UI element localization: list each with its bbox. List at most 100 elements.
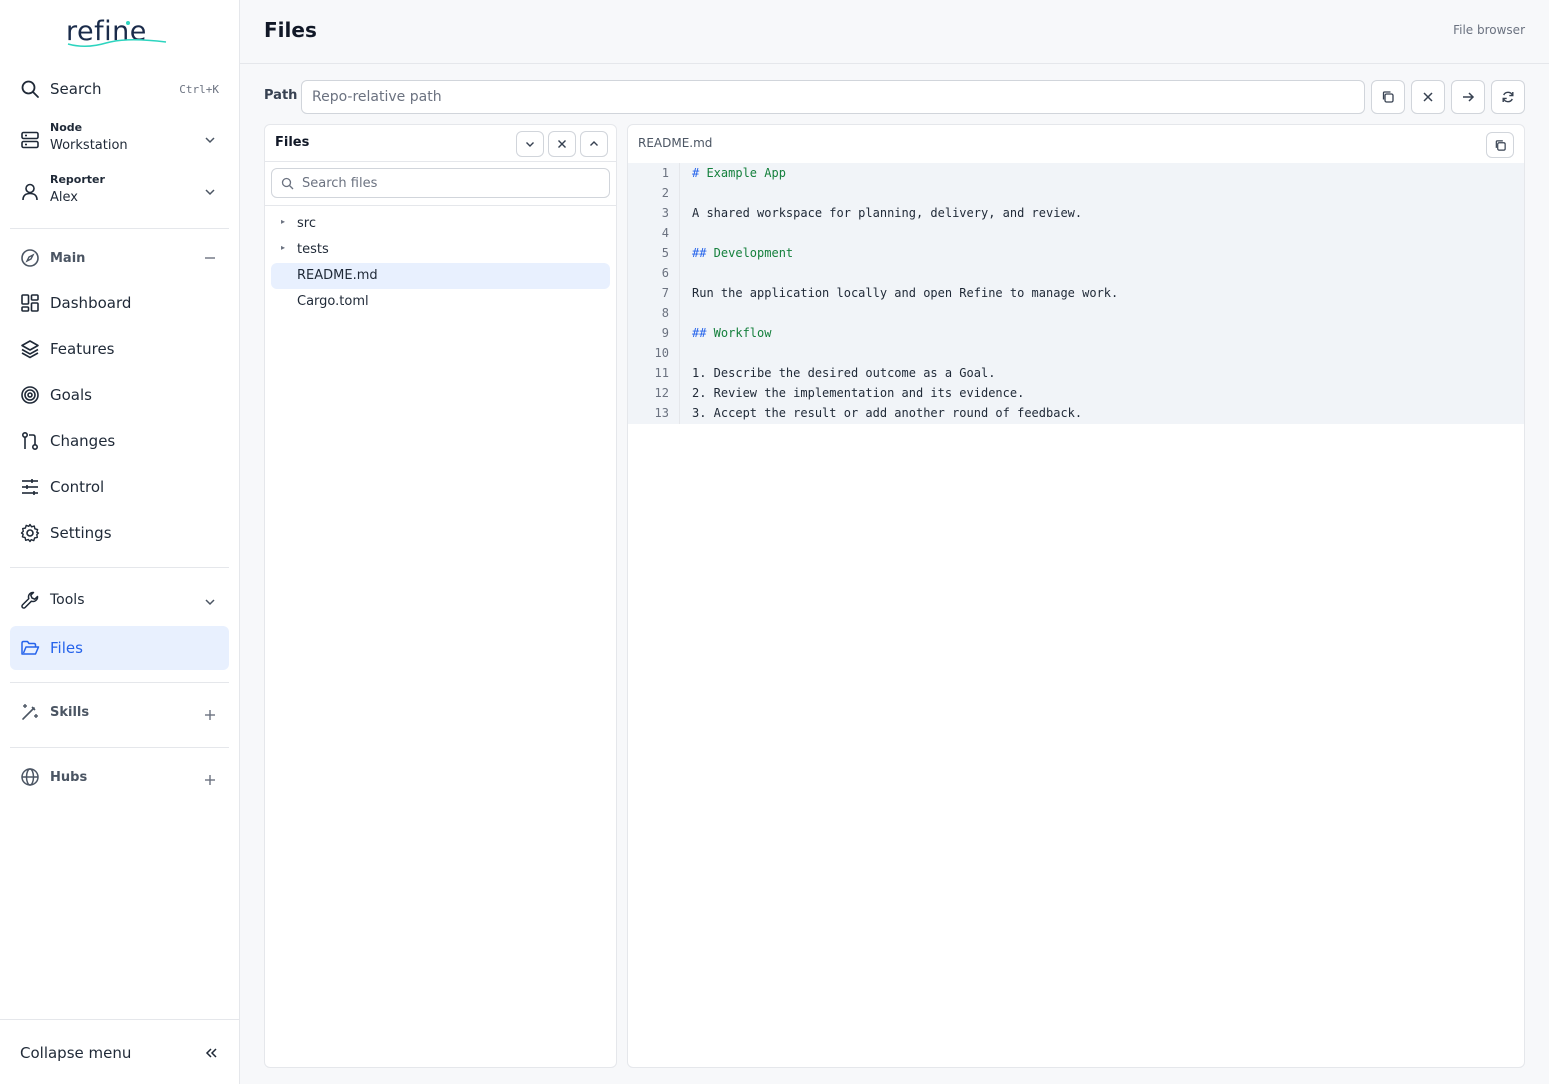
sidebar-item-label: Files xyxy=(50,639,83,657)
path-label: Path xyxy=(264,88,298,103)
wrench-icon xyxy=(21,591,39,609)
line-content: Example App xyxy=(699,166,786,180)
chevron-down-icon xyxy=(205,599,215,606)
sidebar-item-label: Changes xyxy=(50,432,116,450)
skills-section-toggle[interactable]: Skills xyxy=(10,690,229,734)
tree-item-name: src xyxy=(297,216,316,231)
chevrons-left-icon xyxy=(205,1048,217,1058)
line-text: # Example App xyxy=(692,166,786,180)
node-caption: Node xyxy=(50,121,83,134)
code-line: 11 1. Describe the desired outcome as a G… xyxy=(628,363,1524,383)
refresh-button[interactable] xyxy=(1491,80,1525,114)
code-line: 8 xyxy=(628,303,1524,323)
tree-folder-tests[interactable]: ▸ tests xyxy=(271,237,610,263)
line-content: 1. Describe the desired outcome as a Goa… xyxy=(692,366,996,380)
line-text: ## Development xyxy=(692,246,793,260)
tree-folder-src[interactable]: ▸ src xyxy=(271,211,610,237)
line-number: 3 xyxy=(661,206,669,220)
sidebar-item-label: Dashboard xyxy=(50,294,132,312)
server-icon xyxy=(21,131,39,149)
globe-icon xyxy=(21,768,39,786)
line-text: ## Workflow xyxy=(692,326,771,340)
sidebar-item-label: Features xyxy=(50,340,115,358)
page-header: Files File browser xyxy=(240,0,1549,64)
close-icon xyxy=(558,140,566,148)
refine-logo[interactable]: refine xyxy=(66,16,168,52)
sidebar-item-control[interactable]: Control xyxy=(10,465,229,509)
minus-icon xyxy=(205,257,215,259)
tree-item-name: README.md xyxy=(297,268,378,283)
search-button[interactable]: Search Ctrl+K xyxy=(10,67,229,111)
file-viewer-header: README.md xyxy=(628,125,1524,164)
sidebar-item-features[interactable]: Features xyxy=(10,327,229,371)
tree-file-cargo[interactable]: Cargo.toml xyxy=(271,289,610,315)
search-icon xyxy=(21,80,39,98)
sidebar-item-changes[interactable]: Changes xyxy=(10,419,229,463)
open-file-name: README.md xyxy=(638,136,713,150)
line-text: A shared workspace for planning, deliver… xyxy=(692,206,1082,220)
file-search-input[interactable] xyxy=(302,173,602,193)
clear-tree-button[interactable] xyxy=(548,131,576,157)
copy-file-button[interactable] xyxy=(1486,132,1514,158)
tools-label: Tools xyxy=(50,592,85,608)
line-number: 9 xyxy=(661,326,669,340)
line-number: 1 xyxy=(661,166,669,180)
line-content: Workflow xyxy=(706,326,772,340)
line-content: A shared workspace for planning, deliver… xyxy=(692,206,1083,220)
node-selector[interactable]: Node Workstation xyxy=(10,118,229,162)
markdown-hash: ## xyxy=(692,326,707,340)
tree-item-name: tests xyxy=(297,242,329,257)
collapse-menu-button[interactable]: Collapse menu xyxy=(0,1019,239,1084)
go-path-button[interactable] xyxy=(1451,80,1485,114)
code-line: 4 xyxy=(628,223,1524,243)
sidebar-item-settings[interactable]: Settings xyxy=(10,511,229,555)
path-input[interactable] xyxy=(301,80,1365,114)
user-icon xyxy=(22,183,38,201)
sliders-icon xyxy=(22,479,38,495)
code-line: 12 2. Review the implementation and its e… xyxy=(628,383,1524,403)
collapse-menu-label: Collapse menu xyxy=(20,1044,132,1062)
main-section-toggle[interactable]: Main xyxy=(10,236,229,280)
line-number: 11 xyxy=(654,366,669,380)
search-shortcut: Ctrl+K xyxy=(179,82,219,96)
sidebar-item-label: Settings xyxy=(50,524,112,542)
line-content: Run the application locally and open Ref… xyxy=(692,286,1119,300)
hubs-section-toggle[interactable]: Hubs xyxy=(10,755,229,799)
copy-icon xyxy=(1495,139,1506,151)
compass-icon xyxy=(21,249,39,267)
tree-file-readme[interactable]: README.md xyxy=(271,263,610,289)
sidebar-divider xyxy=(10,228,229,229)
search-label: Search xyxy=(50,80,102,98)
reporter-selector[interactable]: Reporter Alex xyxy=(10,170,229,214)
sidebar: refine Search Ctrl+K Node Workstation Re… xyxy=(0,0,240,1084)
caret-right-icon: ▸ xyxy=(281,243,286,252)
sidebar-item-files[interactable]: Files xyxy=(10,626,229,670)
page-title: Files xyxy=(264,18,317,42)
code-line: 2 xyxy=(628,183,1524,203)
code-line: 10 xyxy=(628,343,1524,363)
expand-all-button[interactable] xyxy=(516,131,544,157)
sidebar-item-label: Goals xyxy=(50,386,92,404)
tools-section-toggle[interactable]: Tools xyxy=(10,578,229,622)
close-icon xyxy=(1423,92,1433,102)
line-text: Run the application locally and open Ref… xyxy=(692,286,1118,300)
code-view[interactable]: 1 # Example App 2 3 A shared workspace for p… xyxy=(628,163,1524,424)
file-tree-title: Files xyxy=(275,135,310,150)
line-number: 7 xyxy=(661,286,669,300)
sidebar-item-dashboard[interactable]: Dashboard xyxy=(10,281,229,325)
reporter-value: Alex xyxy=(50,190,78,205)
code-line: 7 Run the application locally and open Re… xyxy=(628,283,1524,303)
clear-path-button[interactable] xyxy=(1411,80,1445,114)
plus-icon xyxy=(205,775,215,785)
magic-wand-icon xyxy=(22,704,38,720)
line-number: 6 xyxy=(661,266,669,280)
code-line: 13 3. Accept the result or add another ro… xyxy=(628,403,1524,423)
sidebar-item-goals[interactable]: Goals xyxy=(10,373,229,417)
code-line: 5 ## Development xyxy=(628,243,1524,263)
main-section-label: Main xyxy=(50,250,86,266)
line-number: 4 xyxy=(661,226,669,240)
file-tree-panel: Files ▸ src ▸ tests README.md Cargo.toml xyxy=(264,124,617,1068)
tree-item-name: Cargo.toml xyxy=(297,294,369,309)
collapse-all-button[interactable] xyxy=(580,131,608,157)
copy-path-button[interactable] xyxy=(1371,80,1405,114)
